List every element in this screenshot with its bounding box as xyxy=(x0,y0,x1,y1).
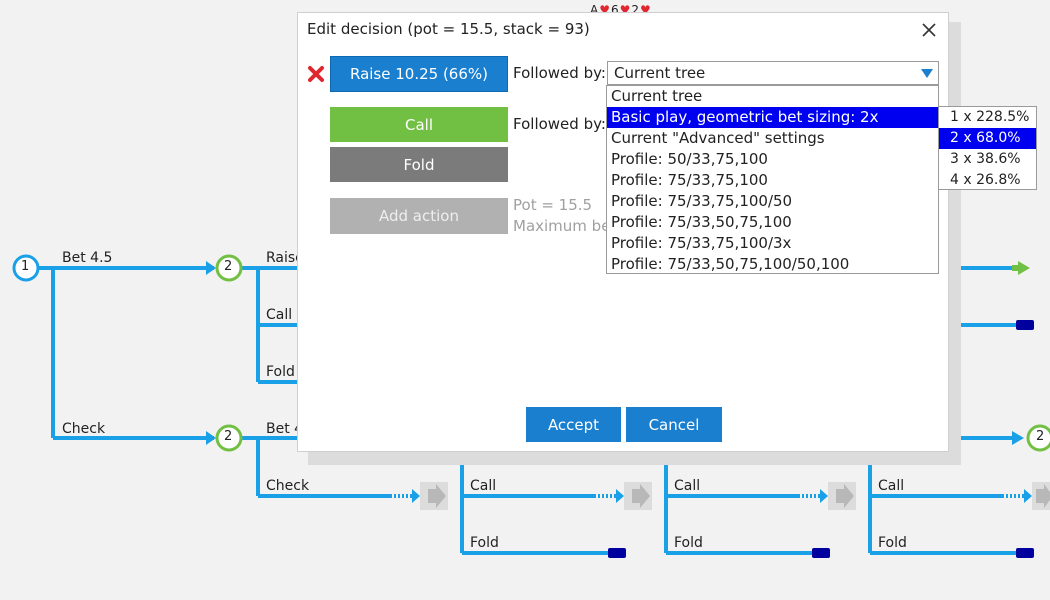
edge-label-fold-3: Fold xyxy=(878,535,907,551)
edge-label-fold-2: Fold xyxy=(674,535,703,551)
tree-node-right[interactable]: 2 xyxy=(1036,429,1044,444)
tree-node-root[interactable]: 1 xyxy=(21,259,29,274)
submenu-option[interactable]: 3 x 38.6% xyxy=(939,149,1036,170)
submenu-option[interactable]: 1 x 228.5% xyxy=(939,107,1036,128)
edge-label-call-2: Call xyxy=(674,478,701,494)
followed-by-label-call: Followed by: xyxy=(513,115,606,133)
followed-by-label: Followed by: xyxy=(513,64,606,82)
dropdown-option[interactable]: Profile: 50/33,75,100 xyxy=(607,149,938,170)
dropdown-option-selected[interactable]: Basic play, geometric bet sizing: 2x xyxy=(607,107,938,128)
tree-node-b[interactable]: 2 xyxy=(224,429,232,444)
bet-sizing-submenu: 1 x 228.5% 2 x 68.0% 3 x 38.6% 4 x 26.8% xyxy=(938,106,1037,190)
submenu-option[interactable]: 4 x 26.8% xyxy=(939,170,1036,191)
edge-label-call-1: Call xyxy=(470,478,497,494)
dropdown-option[interactable]: Profile: 75/33,75,100/3x xyxy=(607,233,938,254)
edge-label-fold-1: Fold xyxy=(470,535,499,551)
dropdown-option[interactable]: Profile: 75/33,75,100/50 xyxy=(607,191,938,212)
accept-button[interactable]: Accept xyxy=(526,407,621,442)
edge-label-check: Check xyxy=(62,421,106,437)
edge-label-bet: Bet 4.5 xyxy=(62,250,113,266)
close-icon[interactable] xyxy=(918,19,940,41)
fold-action-button[interactable]: Fold xyxy=(330,147,508,182)
dialog-title: Edit decision (pot = 15.5, stack = 93) xyxy=(307,20,590,38)
dropdown-option[interactable]: Profile: 75/33,75,100 xyxy=(607,170,938,191)
tree-node-a[interactable]: 2 xyxy=(224,259,232,274)
remove-action-icon[interactable] xyxy=(307,65,325,83)
edge-label-fold: Fold xyxy=(266,364,295,380)
select-value: Current tree xyxy=(614,64,706,82)
followed-by-dropdown-list: Current tree Basic play, geometric bet s… xyxy=(606,85,939,274)
edge-label-check-b: Check xyxy=(266,478,310,494)
raise-action-button[interactable]: Raise 10.25 (66%) xyxy=(330,56,508,92)
dropdown-option[interactable]: Current tree xyxy=(607,86,938,107)
edge-label-call: Call xyxy=(266,307,293,323)
dropdown-option[interactable]: Profile: 75/33,50,75,100/50,100 xyxy=(607,254,938,275)
add-action-button[interactable]: Add action xyxy=(330,198,508,234)
submenu-option-selected[interactable]: 2 x 68.0% xyxy=(939,128,1036,149)
dropdown-arrow-icon[interactable] xyxy=(921,69,933,78)
dropdown-option[interactable]: Current "Advanced" settings xyxy=(607,128,938,149)
pot-text: Pot = 15.5 xyxy=(513,196,593,214)
max-bet-text: Maximum bet xyxy=(513,217,617,235)
cancel-button[interactable]: Cancel xyxy=(626,407,722,442)
dropdown-option[interactable]: Profile: 75/33,50,75,100 xyxy=(607,212,938,233)
call-action-button[interactable]: Call xyxy=(330,107,508,142)
followed-by-select[interactable]: Current tree xyxy=(607,61,939,85)
edge-label-call-3: Call xyxy=(878,478,905,494)
